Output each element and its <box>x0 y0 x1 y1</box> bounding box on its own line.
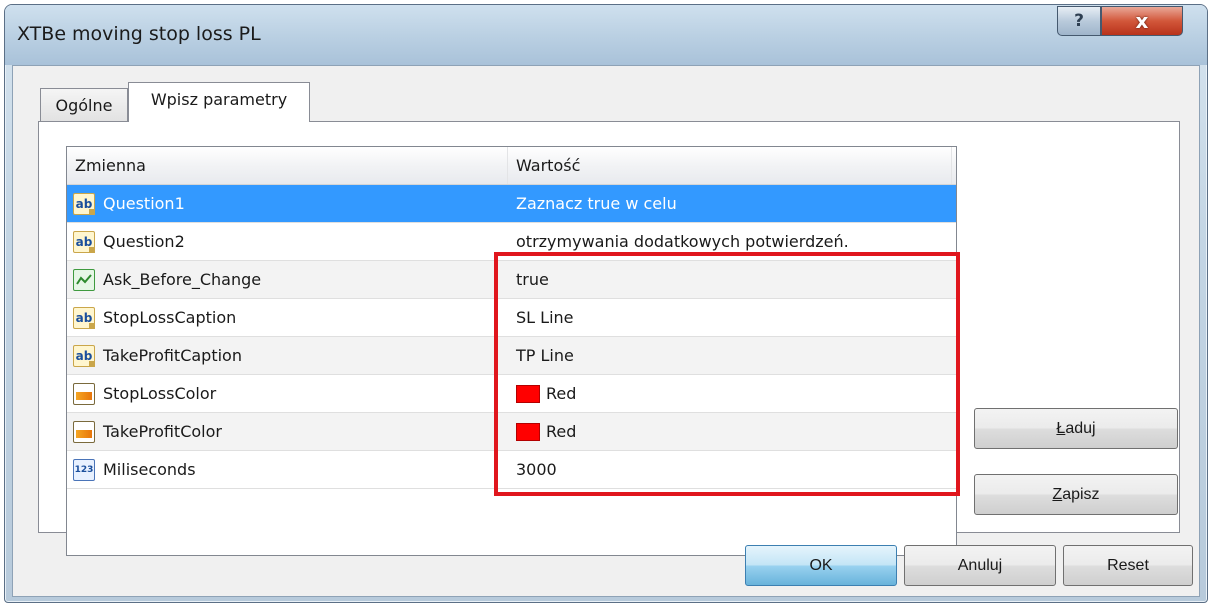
save-label: apisz <box>1062 485 1100 503</box>
color-icon <box>73 420 95 443</box>
variable-cell: ab StopLossCaption <box>67 299 508 336</box>
number-icon: 123 <box>73 458 95 481</box>
color-swatch <box>516 422 540 441</box>
table-row[interactable]: ab Question1 Zaznacz true w celu <box>67 185 956 223</box>
help-button[interactable]: ? <box>1057 6 1101 36</box>
variable-name: StopLossColor <box>103 384 217 403</box>
ok-button[interactable]: OK <box>745 545 897 586</box>
value-cell[interactable]: Red <box>508 413 952 450</box>
variable-name: StopLossCaption <box>103 308 237 327</box>
variable-name: Question1 <box>103 194 185 213</box>
value-cell[interactable]: Red <box>508 375 952 412</box>
variable-value: SL Line <box>516 308 574 327</box>
variable-cell: ab Question2 <box>67 223 508 260</box>
variable-cell: ab Question1 <box>67 185 508 222</box>
title-bar[interactable]: XTBe moving stop loss PL ? x <box>5 5 1207 65</box>
value-cell[interactable]: TP Line <box>508 337 952 374</box>
variable-value: true <box>516 270 549 289</box>
close-icon: x <box>1135 9 1149 33</box>
column-header-value[interactable]: Wartość <box>508 147 952 184</box>
value-cell[interactable]: Zaznacz true w celu <box>508 185 952 222</box>
table-row[interactable]: TakeProfitColor Red <box>67 413 956 451</box>
table-row[interactable]: ab TakeProfitCaption TP Line <box>67 337 956 375</box>
window-title: XTBe moving stop loss PL <box>17 23 261 45</box>
save-accelerator: Z <box>1052 485 1063 503</box>
parameters-grid: Zmienna Wartość ab Question1 Zaznacz tru… <box>66 146 957 556</box>
color-swatch <box>516 384 540 403</box>
variable-name: TakeProfitColor <box>103 422 222 441</box>
tab-parameters[interactable]: Wpisz parametry <box>128 82 310 122</box>
table-row[interactable]: ab StopLossCaption SL Line <box>67 299 956 337</box>
text-ab-icon: ab <box>73 344 95 367</box>
value-cell[interactable]: 3000 <box>508 451 952 488</box>
variable-cell: StopLossColor <box>67 375 508 412</box>
variable-name: Miliseconds <box>103 460 196 479</box>
variable-value: otrzymywania dodatkowych potwierdzeń. <box>516 232 849 251</box>
tab-parameters-label: Wpisz parametry <box>150 90 288 109</box>
save-button[interactable]: Zapisz <box>974 474 1178 515</box>
value-cell[interactable]: otrzymywania dodatkowych potwierdzeń. <box>508 223 952 260</box>
load-label: aduj <box>1065 419 1096 437</box>
close-button[interactable]: x <box>1101 6 1183 36</box>
variable-name: Question2 <box>103 232 185 251</box>
variable-name: Ask_Before_Change <box>103 270 262 289</box>
help-icon: ? <box>1074 11 1084 31</box>
variable-value: Zaznacz true w celu <box>516 194 677 213</box>
table-row[interactable]: StopLossColor Red <box>67 375 956 413</box>
bool-icon <box>73 268 95 291</box>
variable-name: TakeProfitCaption <box>103 346 242 365</box>
cancel-button[interactable]: Anuluj <box>904 545 1056 586</box>
value-cell[interactable]: true <box>508 261 952 298</box>
variable-cell: ab TakeProfitCaption <box>67 337 508 374</box>
color-icon <box>73 382 95 405</box>
dialog-client-area: Ogólne Wpisz parametry Zmienna Wartość a… <box>12 65 1200 597</box>
grid-header: Zmienna Wartość <box>67 147 956 185</box>
tab-general[interactable]: Ogólne <box>40 88 128 121</box>
variable-cell: TakeProfitColor <box>67 413 508 450</box>
table-row[interactable]: ab Question2 otrzymywania dodatkowych po… <box>67 223 956 261</box>
variable-value: Red <box>546 422 577 441</box>
column-header-variable[interactable]: Zmienna <box>67 147 508 184</box>
table-row[interactable]: 123 Miliseconds 3000 <box>67 451 956 489</box>
parameters-panel: Zmienna Wartość ab Question1 Zaznacz tru… <box>38 121 1180 556</box>
table-row[interactable]: Ask_Before_Change true <box>67 261 956 299</box>
variable-cell: Ask_Before_Change <box>67 261 508 298</box>
load-button[interactable]: Ładuj <box>974 408 1178 449</box>
tab-general-label: Ogólne <box>55 95 113 115</box>
variable-value: 3000 <box>516 460 557 479</box>
variable-value: Red <box>546 384 577 403</box>
text-ab-icon: ab <box>73 230 95 253</box>
reset-button[interactable]: Reset <box>1063 545 1193 586</box>
load-accelerator: Ł <box>1056 419 1066 437</box>
variable-cell: 123 Miliseconds <box>67 451 508 488</box>
dialog-window: XTBe moving stop loss PL ? x Ogólne Wpis… <box>4 4 1208 603</box>
text-ab-icon: ab <box>73 192 95 215</box>
variable-value: TP Line <box>516 346 574 365</box>
value-cell[interactable]: SL Line <box>508 299 952 336</box>
text-ab-icon: ab <box>73 306 95 329</box>
